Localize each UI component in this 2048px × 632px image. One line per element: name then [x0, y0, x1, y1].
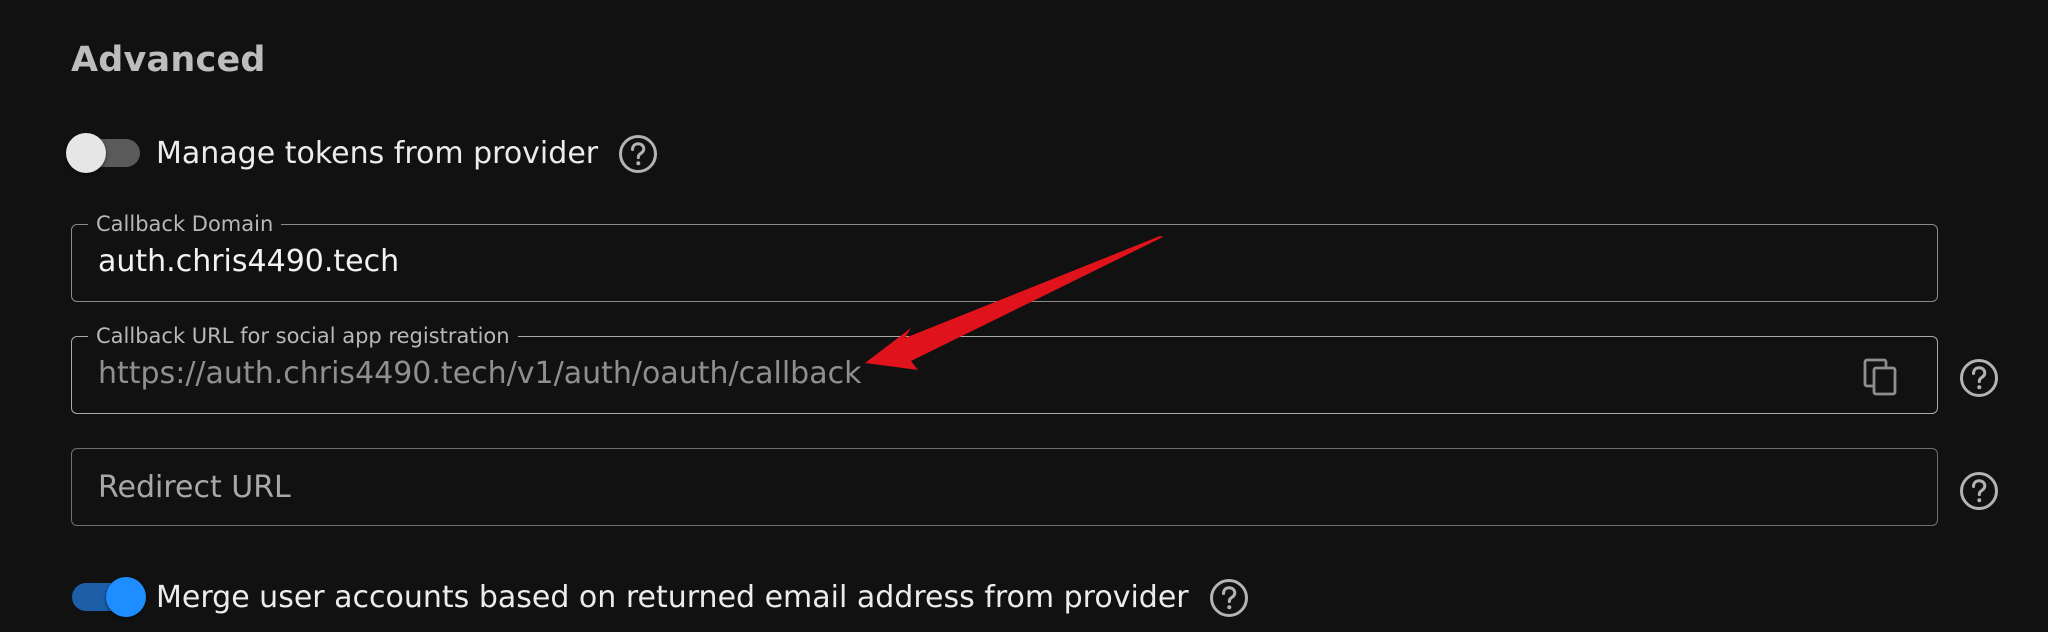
help-icon[interactable] [618, 134, 658, 174]
manage-tokens-row: Manage tokens from provider [64, 124, 658, 184]
merge-accounts-toggle[interactable] [64, 568, 148, 628]
callback-domain-label: Callback Domain [88, 211, 282, 237]
merge-accounts-label: Merge user accounts based on returned em… [156, 580, 1189, 615]
redirect-url-placeholder[interactable]: Redirect URL [98, 468, 291, 508]
callback-domain-value[interactable]: auth.chris4490.tech [98, 242, 399, 282]
toggle-knob [66, 133, 106, 173]
merge-accounts-row: Merge user accounts based on returned em… [64, 568, 1249, 628]
callback-url-field[interactable]: Callback URL for social app registration… [71, 323, 1938, 414]
redirect-url-field[interactable]: Redirect URL [71, 448, 1938, 526]
section-title: Advanced [71, 40, 266, 80]
manage-tokens-toggle[interactable] [64, 124, 148, 184]
advanced-settings-panel: Advanced Manage tokens from provider Cal… [0, 0, 2048, 632]
manage-tokens-label: Manage tokens from provider [156, 136, 599, 171]
callback-url-label: Callback URL for social app registration [88, 323, 518, 349]
callback-url-value[interactable]: https://auth.chris4490.tech/v1/auth/oaut… [98, 354, 861, 394]
callback-url-help-icon[interactable] [1959, 358, 1999, 398]
toggle-knob [106, 577, 146, 617]
redirect-url-help-icon[interactable] [1959, 471, 1999, 511]
red-arrow-annotation [865, 236, 1163, 370]
help-icon[interactable] [1209, 578, 1249, 618]
callback-domain-field[interactable]: Callback Domain auth.chris4490.tech [71, 211, 1938, 302]
copy-icon[interactable] [1861, 357, 1901, 397]
